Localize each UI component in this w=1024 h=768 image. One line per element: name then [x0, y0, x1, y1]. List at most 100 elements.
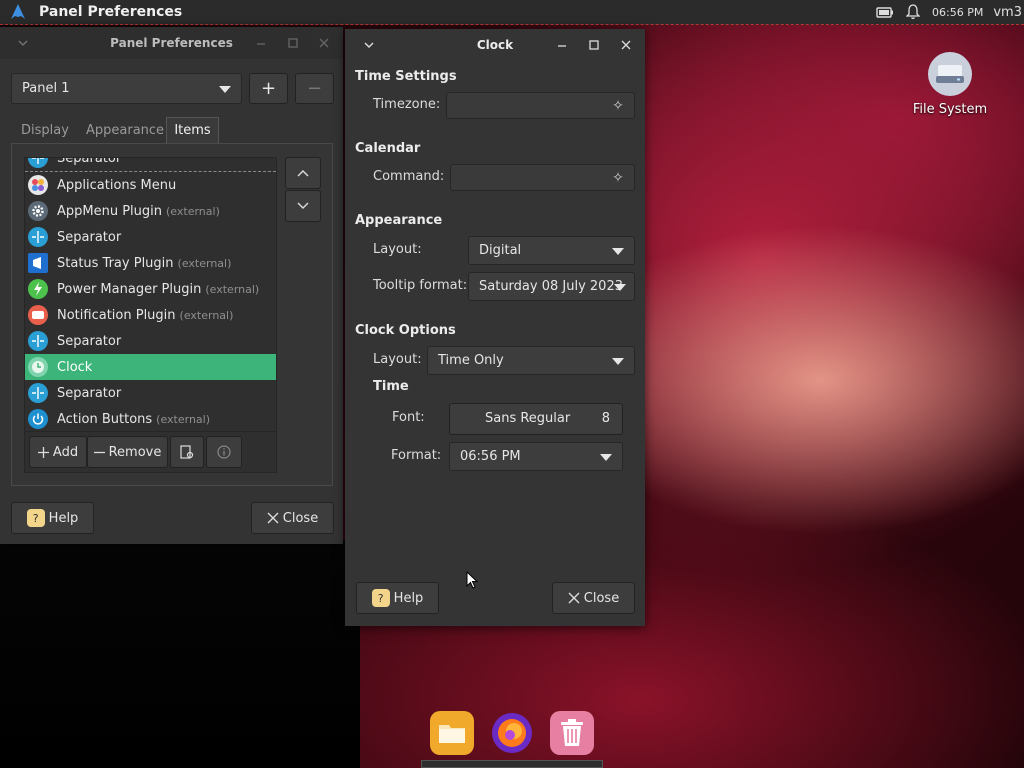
sparkle-icon[interactable]: ✧	[610, 170, 626, 186]
appearance-layout-select[interactable]: Digital	[468, 236, 635, 265]
time-format-select[interactable]: 06:56 PM	[449, 442, 623, 471]
top-panel: Panel Preferences 06:56 PM vm3	[0, 0, 1024, 25]
font-button[interactable]: Sans Regular 8	[449, 403, 623, 435]
tab-items[interactable]: Items	[166, 117, 219, 143]
panel-select[interactable]: Panel 1	[11, 73, 242, 104]
list-item[interactable]: Power Manager Plugin (external)	[25, 276, 276, 302]
list-item[interactable]: Separator	[25, 158, 276, 172]
chevron-down-icon	[297, 202, 309, 209]
panel-select-value: Panel 1	[22, 81, 70, 96]
notification-icon	[28, 305, 48, 325]
list-item-external-tag: (external)	[166, 204, 220, 218]
list-item-external-tag: (external)	[205, 282, 260, 296]
add-panel-button[interactable]: +	[249, 73, 288, 104]
tooltip-format-select[interactable]: Saturday 08 July 2023	[468, 272, 635, 301]
desktop-icon-file-system[interactable]: File System	[906, 52, 994, 117]
clock-icon	[28, 357, 48, 377]
list-item[interactable]: AppMenu Plugin (external)	[25, 198, 276, 224]
trash-icon[interactable]	[550, 711, 594, 755]
tab-display[interactable]: Display	[21, 123, 69, 138]
minimize-icon[interactable]	[551, 34, 573, 56]
chevron-down-icon	[600, 453, 612, 461]
help-button[interactable]: ? Help	[11, 502, 94, 534]
remove-item-button[interactable]: Remove	[87, 436, 168, 468]
list-item-label: AppMenu Plugin	[57, 203, 163, 219]
arch-logo-icon[interactable]	[9, 3, 27, 21]
close-label: Close	[282, 510, 319, 526]
minimize-icon[interactable]	[250, 32, 272, 54]
list-item[interactable]: Separator	[25, 328, 276, 354]
maximize-icon[interactable]	[583, 34, 605, 56]
add-panel-label: +	[260, 78, 277, 99]
appearance-heading: Appearance	[355, 213, 443, 228]
items-container: Separator Applications Menu AppMenu Plugin…	[25, 158, 276, 431]
timezone-label: Timezone:	[373, 97, 441, 112]
battery-icon[interactable]	[876, 4, 894, 20]
help-label: Help	[48, 510, 79, 526]
font-name: Sans Regular	[485, 411, 571, 426]
close-x-icon	[267, 512, 279, 524]
plus-icon	[37, 446, 49, 458]
list-item[interactable]: Applications Menu	[25, 172, 276, 198]
panel-preferences-titlebar[interactable]: Panel Preferences	[0, 27, 343, 59]
appearance-layout-value: Digital	[479, 243, 522, 258]
drive-icon	[928, 52, 972, 96]
close-button[interactable]: Close	[251, 502, 334, 534]
mouse-cursor-icon	[466, 570, 479, 593]
list-item[interactable]: Notification Plugin (external)	[25, 302, 276, 328]
format-label: Format:	[391, 448, 442, 463]
list-item[interactable]: Status Tray Plugin (external)	[25, 250, 276, 276]
list-item[interactable]: Action Buttons (external)	[25, 406, 276, 431]
dock-bar	[421, 760, 603, 768]
sparkle-icon[interactable]: ✧	[610, 98, 626, 114]
clock-help-button[interactable]: ? Help	[356, 582, 439, 614]
list-item-external-tag: (external)	[156, 412, 211, 426]
time-format-value: 06:56 PM	[460, 449, 521, 464]
clock-titlebar[interactable]: Clock	[345, 29, 645, 61]
tab-appearance[interactable]: Appearance	[86, 123, 164, 138]
timezone-input[interactable]: ✧	[446, 92, 635, 119]
add-item-label: Add	[52, 444, 79, 460]
firefox-icon[interactable]	[490, 711, 534, 755]
maximize-icon[interactable]	[282, 32, 304, 54]
item-about-button[interactable]	[206, 436, 242, 468]
calendar-command-input[interactable]: ✧	[450, 164, 635, 191]
list-item[interactable]: Separator	[25, 224, 276, 250]
clock-layout-select[interactable]: Time Only	[427, 346, 635, 375]
panel-preferences-window: Panel Preferences Panel 1 + − Display Ap…	[0, 27, 343, 544]
close-x-icon	[568, 592, 580, 604]
user-name[interactable]: vm3	[993, 5, 1022, 20]
desktop-icon-label: File System	[912, 102, 988, 117]
list-item[interactable]: Separator	[25, 380, 276, 406]
remove-panel-button[interactable]: −	[295, 73, 334, 104]
help-icon: ?	[26, 509, 45, 527]
chevron-down-icon	[612, 247, 624, 255]
gear-icon	[28, 201, 48, 221]
status-tray-icon	[28, 253, 48, 273]
window-menu-icon[interactable]	[358, 34, 380, 56]
item-properties-button[interactable]	[170, 436, 204, 468]
list-item-external-tag: (external)	[177, 256, 232, 270]
clock-dialog-window: Clock Time Settings Timezone: ✧ Calendar…	[345, 29, 645, 626]
chevron-down-icon	[612, 357, 624, 365]
notification-bell-icon[interactable]	[904, 4, 922, 20]
chevron-down-icon	[614, 283, 626, 291]
clock-layout-value: Time Only	[438, 353, 504, 368]
add-item-button[interactable]: Add	[29, 436, 87, 468]
move-up-button[interactable]	[285, 157, 321, 189]
panel-clock[interactable]: 06:56 PM	[932, 6, 983, 19]
list-toolbar: Add Remove	[24, 432, 277, 473]
tab-bar: Display Appearance Items	[11, 117, 333, 143]
panel-items-list[interactable]: Separator Applications Menu AppMenu Plugin…	[24, 157, 277, 432]
window-menu-icon[interactable]	[12, 32, 34, 54]
move-down-button[interactable]	[285, 190, 321, 222]
close-label: Close	[583, 590, 620, 606]
list-item[interactable]: Clock	[25, 354, 276, 380]
close-icon[interactable]	[615, 34, 637, 56]
clock-close-button[interactable]: Close	[552, 582, 635, 614]
file-manager-icon[interactable]	[430, 711, 474, 755]
help-icon: ?	[371, 589, 390, 607]
close-icon[interactable]	[313, 32, 335, 54]
list-item-label: Separator	[57, 333, 122, 349]
list-item-label: Clock	[57, 359, 93, 375]
